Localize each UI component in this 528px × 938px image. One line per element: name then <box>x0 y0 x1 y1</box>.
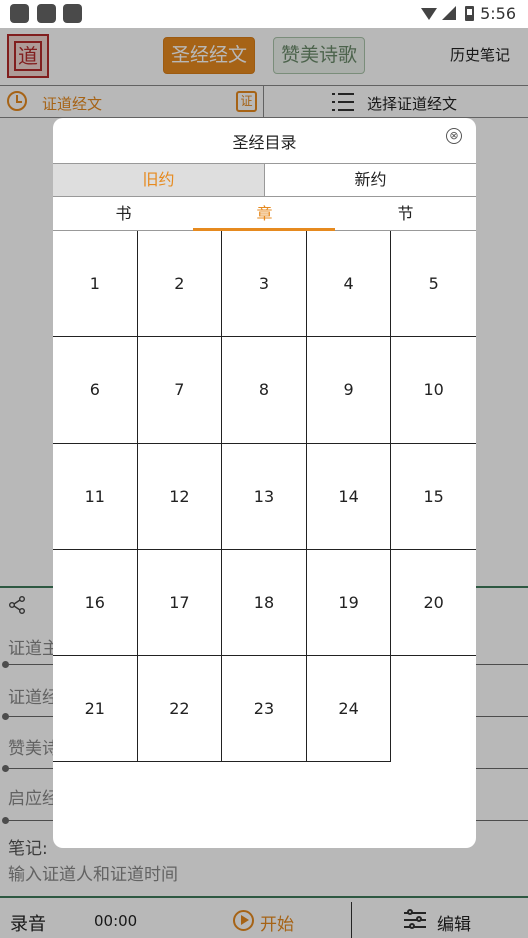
chapter-cell[interactable]: 16 <box>53 549 138 657</box>
tab-book[interactable]: 书 <box>53 197 194 230</box>
status-bar: 5:56 <box>0 0 528 28</box>
bible-index-dialog: 圣经目录 ⊗ 旧约 新约 书 章 节 1 2 3 4 5 6 7 8 9 10 11 12 13 14 15… <box>53 118 476 848</box>
tab-verse[interactable]: 节 <box>335 197 476 230</box>
tab-old-testament[interactable]: 旧约 <box>53 164 265 196</box>
close-icon[interactable]: ⊗ <box>446 128 462 144</box>
chapter-cell[interactable]: 9 <box>306 337 392 444</box>
chapter-cell[interactable]: 19 <box>306 549 392 657</box>
chapter-cell[interactable]: 4 <box>306 231 392 338</box>
chapter-cell[interactable]: 2 <box>137 231 223 338</box>
chapter-cell[interactable]: 15 <box>391 443 476 550</box>
notification-icon <box>37 4 56 23</box>
chapter-cell[interactable]: 3 <box>222 231 307 338</box>
level-tabs: 书 章 节 <box>53 197 476 231</box>
chapter-cell[interactable]: 8 <box>222 337 307 444</box>
chapter-cell[interactable]: 20 <box>391 549 476 657</box>
chapter-cell[interactable]: 14 <box>306 443 392 550</box>
chapter-cell[interactable]: 18 <box>222 549 307 657</box>
chapter-cell[interactable]: 21 <box>53 656 138 763</box>
signal-battery-icons <box>421 6 474 21</box>
dialog-title: 圣经目录 <box>232 133 297 152</box>
chapter-cell[interactable]: 10 <box>391 337 476 444</box>
chapter-cell[interactable]: 12 <box>137 443 223 550</box>
notification-icon <box>63 4 82 23</box>
chapter-cell[interactable]: 13 <box>222 443 307 550</box>
notification-icon <box>10 4 29 23</box>
chapter-cell[interactable]: 7 <box>137 337 223 444</box>
chapter-cell[interactable]: 6 <box>53 337 138 444</box>
tab-new-testament[interactable]: 新约 <box>265 164 476 196</box>
chapter-cell[interactable]: 24 <box>306 656 392 763</box>
chapter-cell[interactable]: 5 <box>391 231 476 338</box>
testament-tabs: 旧约 新约 <box>53 163 476 197</box>
chapter-cell[interactable]: 1 <box>53 231 138 338</box>
chapter-cell[interactable]: 11 <box>53 443 138 550</box>
chapter-cell[interactable]: 17 <box>137 549 223 657</box>
clock-time: 5:56 <box>480 4 516 23</box>
chapter-cell[interactable]: 22 <box>137 656 223 763</box>
tab-chapter[interactable]: 章 <box>194 197 335 230</box>
chapter-cell[interactable]: 23 <box>222 656 307 763</box>
